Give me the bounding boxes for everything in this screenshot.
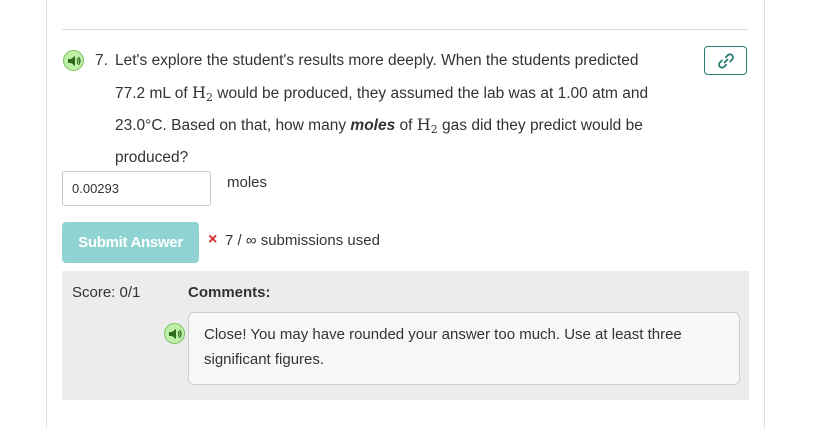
submissions-count: 7 / ∞ submissions used <box>225 232 380 249</box>
top-divider <box>62 29 748 30</box>
question-volume: 77.2 mL of <box>115 84 188 102</box>
answer-input[interactable] <box>62 171 211 206</box>
question-emphasis: moles <box>350 117 396 134</box>
score-label: Score: 0/1 <box>72 284 141 301</box>
link-button[interactable] <box>704 46 747 75</box>
incorrect-x-icon: × <box>208 231 218 248</box>
question-line-4: gas did they predict would be <box>442 117 643 134</box>
question-speaker-icon[interactable] <box>63 50 84 71</box>
frame-left-border <box>46 0 47 428</box>
frame-right-border <box>764 0 765 428</box>
question-of: of <box>399 117 413 134</box>
chem-formula-h2: H2 <box>191 82 213 104</box>
question-line-2: would be produced, they assumed the lab … <box>217 84 649 102</box>
comment-speaker-icon[interactable] <box>164 323 185 344</box>
question-line-3: 23.0°C. Based on that, how many <box>115 117 347 134</box>
chem-formula-h2: H2 <box>416 115 438 136</box>
comments-label: Comments: <box>188 284 271 301</box>
question-line-1: Let's explore the student's results more… <box>115 52 639 69</box>
submit-answer-button[interactable]: Submit Answer <box>62 222 199 263</box>
question-text: 7. Let's explore the student's results m… <box>95 45 680 173</box>
link-icon <box>718 53 734 69</box>
answer-unit: moles <box>227 174 268 191</box>
question-number: 7. <box>95 52 108 69</box>
comment-text: Close! You may have rounded your answer … <box>204 326 682 368</box>
question-line-5: produced? <box>115 148 189 166</box>
